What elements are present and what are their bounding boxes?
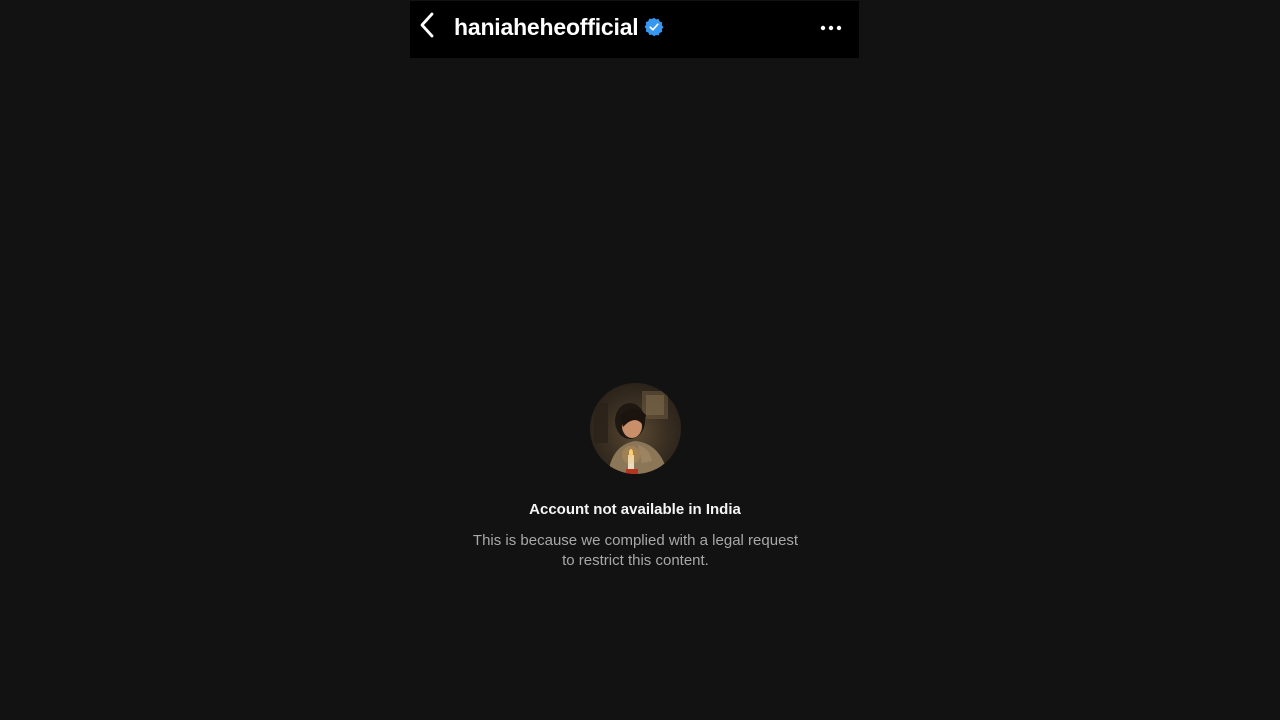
profile-username: haniaheheofficial [454, 13, 639, 40]
restricted-profile-screen: haniaheheofficial Account not available … [0, 0, 1280, 720]
profile-username-row: haniaheheofficial [454, 12, 664, 42]
profile-avatar [590, 383, 681, 474]
restriction-description-line-1: This is because we complied with a legal… [472, 532, 799, 549]
verified-badge-icon [644, 17, 664, 37]
more-options-button[interactable] [814, 14, 848, 40]
restriction-description-line-2: to restrict this content. [562, 552, 709, 569]
back-button[interactable] [410, 10, 444, 44]
ellipsis-horizontal-icon [820, 18, 842, 36]
restriction-title: Account not available in India [529, 501, 741, 518]
restriction-description: This is because we complied with a legal… [0, 531, 1271, 571]
chevron-left-icon [418, 11, 436, 44]
